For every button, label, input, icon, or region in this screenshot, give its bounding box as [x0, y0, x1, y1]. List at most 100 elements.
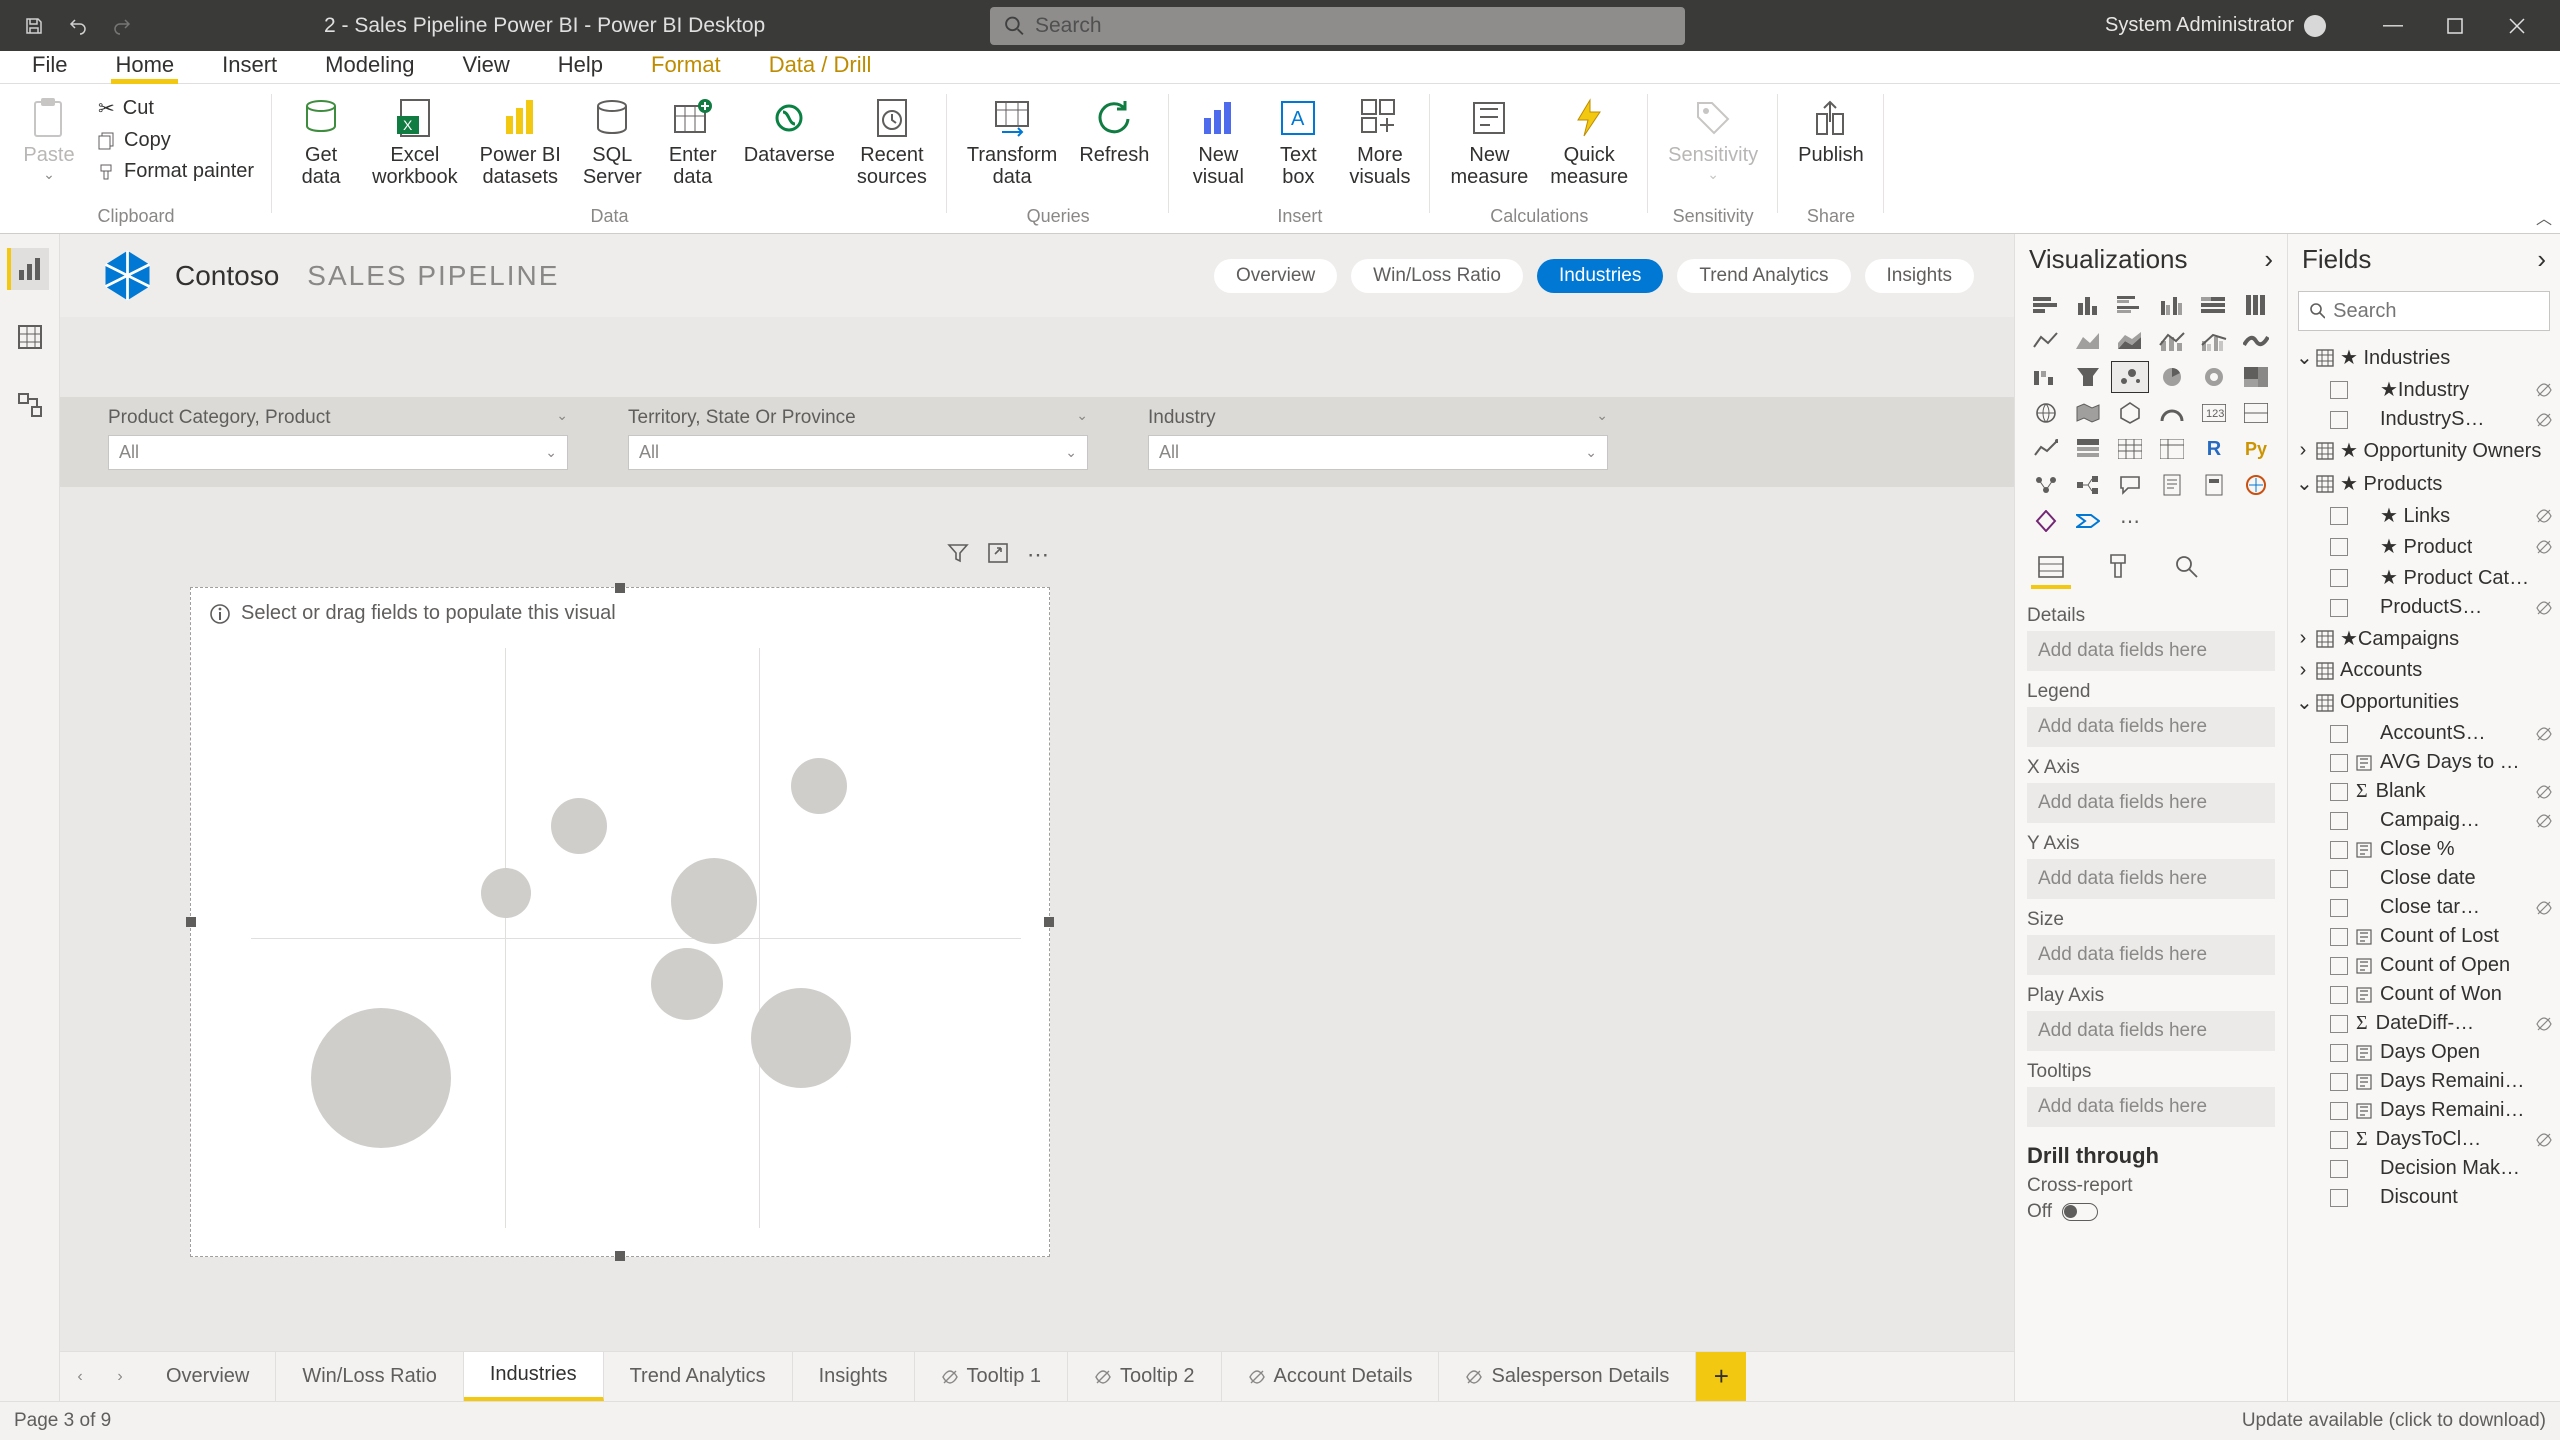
copy-button[interactable]: Copy [94, 127, 258, 154]
field-checkbox[interactable] [2330, 1189, 2348, 1207]
viz-line-column[interactable] [2153, 325, 2191, 357]
field-checkbox[interactable] [2330, 381, 2348, 399]
analytics-tab[interactable] [2167, 549, 2207, 589]
field-item[interactable]: ProductS… [2294, 593, 2554, 622]
fields-search-input[interactable] [2333, 300, 2539, 323]
field-item[interactable]: Discount [2294, 1183, 2554, 1212]
viz-clustered-bar[interactable] [2111, 289, 2149, 321]
nav-winloss[interactable]: Win/Loss Ratio [1351, 259, 1523, 293]
slicer-territory-dropdown[interactable]: All⌄ [628, 435, 1088, 470]
field-item[interactable]: Days Open [2294, 1038, 2554, 1067]
slicer-product-dropdown[interactable]: All⌄ [108, 435, 568, 470]
viz-matrix[interactable] [2153, 433, 2191, 465]
publish-button[interactable]: Publish [1792, 90, 1870, 170]
viz-100-column[interactable] [2237, 289, 2275, 321]
table-node[interactable]: ›★Campaigns [2294, 622, 2554, 655]
field-checkbox[interactable] [2330, 899, 2348, 917]
report-view-button[interactable] [7, 248, 49, 290]
fields-search[interactable] [2298, 291, 2550, 331]
maximize-button[interactable] [2430, 1, 2480, 51]
well-tooltips[interactable]: Add data fields here [2027, 1087, 2275, 1127]
global-search[interactable] [990, 7, 1685, 45]
nav-overview[interactable]: Overview [1214, 259, 1337, 293]
refresh-button[interactable]: Refresh [1073, 90, 1155, 170]
collapse-pane-icon[interactable]: › [2264, 244, 2273, 275]
nav-insights[interactable]: Insights [1865, 259, 1974, 293]
well-legend[interactable]: Add data fields here [2027, 707, 2275, 747]
field-item[interactable]: ★ Product Cate… [2294, 562, 2554, 593]
page-tab[interactable]: Win/Loss Ratio [276, 1352, 464, 1401]
field-item[interactable]: AVG Days to Cl… [2294, 748, 2554, 777]
focus-mode-icon[interactable] [987, 542, 1009, 568]
paste-button[interactable]: Paste⌄ [14, 90, 84, 187]
viz-donut[interactable] [2195, 361, 2233, 393]
field-item[interactable]: Decision Maker… [2294, 1154, 2554, 1183]
chevron-down-icon[interactable]: ⌄ [1596, 407, 1608, 429]
collapse-pane-icon[interactable]: › [2537, 244, 2546, 275]
menu-view[interactable]: View [458, 48, 513, 83]
signed-in-user[interactable]: System Administrator [2105, 14, 2326, 37]
close-button[interactable] [2492, 1, 2542, 51]
more-options-icon[interactable]: ⋯ [1027, 542, 1049, 568]
enter-data-button[interactable]: Enter data [658, 90, 728, 192]
field-checkbox[interactable] [2330, 1102, 2348, 1120]
nav-industries[interactable]: Industries [1537, 259, 1663, 293]
field-item[interactable]: Close % [2294, 835, 2554, 864]
viz-table[interactable] [2111, 433, 2149, 465]
menu-file[interactable]: File [28, 48, 71, 83]
page-tab[interactable]: Tooltip 2 [1068, 1352, 1222, 1401]
table-node[interactable]: ›Accounts [2294, 655, 2554, 686]
new-visual-button[interactable]: New visual [1183, 90, 1253, 192]
format-painter-button[interactable]: Format painter [94, 158, 258, 185]
field-checkbox[interactable] [2330, 1073, 2348, 1091]
viz-scatter[interactable] [2111, 361, 2149, 393]
add-page-button[interactable]: + [1696, 1352, 1746, 1401]
fields-tab[interactable] [2031, 549, 2071, 589]
field-item[interactable]: Close tar… [2294, 893, 2554, 922]
field-checkbox[interactable] [2330, 1015, 2348, 1033]
viz-line[interactable] [2027, 325, 2065, 357]
viz-python[interactable]: Py [2237, 433, 2275, 465]
more-visuals-button[interactable]: More visuals [1343, 90, 1416, 192]
minimize-button[interactable]: ― [2368, 1, 2418, 51]
text-box-button[interactable]: AText box [1263, 90, 1333, 192]
well-details[interactable]: Add data fields here [2027, 631, 2275, 671]
field-checkbox[interactable] [2330, 1160, 2348, 1178]
field-item[interactable]: ΣDateDiff-… [2294, 1009, 2554, 1038]
field-item[interactable]: Count of Lost [2294, 922, 2554, 951]
viz-gauge[interactable] [2153, 397, 2191, 429]
filter-icon[interactable] [947, 542, 969, 568]
viz-paginated[interactable] [2195, 469, 2233, 501]
cut-button[interactable]: ✂Cut [94, 94, 258, 123]
table-node[interactable]: ⌄★ Products [2294, 467, 2554, 500]
viz-map[interactable] [2027, 397, 2065, 429]
menu-data-drill[interactable]: Data / Drill [765, 48, 876, 83]
field-checkbox[interactable] [2330, 1044, 2348, 1062]
nav-trend[interactable]: Trend Analytics [1677, 259, 1850, 293]
collapse-ribbon-icon[interactable]: ︿ [2536, 205, 2552, 229]
field-item[interactable]: Close date [2294, 864, 2554, 893]
page-tab[interactable]: Salesperson Details [1439, 1352, 1696, 1401]
scatter-visual[interactable]: ⋯ Select or drag fields to populate this… [190, 587, 1050, 1257]
transform-data-button[interactable]: Transform data [961, 90, 1063, 192]
table-node[interactable]: ⌄★ Industries [2294, 341, 2554, 374]
field-checkbox[interactable] [2330, 812, 2348, 830]
viz-kpi[interactable] [2027, 433, 2065, 465]
well-play[interactable]: Add data fields here [2027, 1011, 2275, 1051]
menu-insert[interactable]: Insert [218, 48, 281, 83]
tab-scroll-right[interactable]: › [100, 1352, 140, 1401]
viz-clustered-column[interactable] [2153, 289, 2191, 321]
field-item[interactable]: ★ Product [2294, 531, 2554, 562]
viz-decomposition[interactable] [2069, 469, 2107, 501]
menu-format[interactable]: Format [647, 48, 725, 83]
field-checkbox[interactable] [2330, 986, 2348, 1004]
page-tab[interactable]: Insights [793, 1352, 915, 1401]
field-item[interactable]: ΣBlank [2294, 777, 2554, 806]
viz-slicer[interactable] [2069, 433, 2107, 465]
well-size[interactable]: Add data fields here [2027, 935, 2275, 975]
well-xaxis[interactable]: Add data fields here [2027, 783, 2275, 823]
viz-arcgis[interactable] [2237, 469, 2275, 501]
field-checkbox[interactable] [2330, 841, 2348, 859]
menu-help[interactable]: Help [554, 48, 607, 83]
quick-measure-button[interactable]: Quick measure [1544, 90, 1634, 192]
